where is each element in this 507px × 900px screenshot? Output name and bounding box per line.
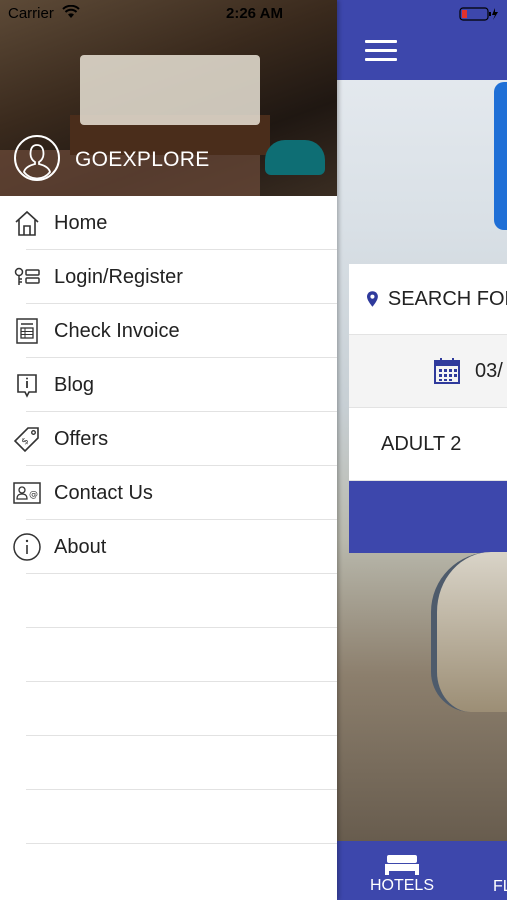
search-field[interactable]: SEARCH FOR: [349, 264, 507, 335]
tab-hotels-label: HOTELS: [369, 877, 434, 894]
date-field[interactable]: 03/: [349, 335, 507, 408]
user-avatar-icon[interactable]: [14, 135, 60, 181]
divider: [26, 843, 337, 844]
drawer-menu: Home Login/Register Check Invoice Blog $…: [0, 196, 337, 844]
menu-item-offers[interactable]: $ Offers: [0, 412, 337, 466]
tab-hotels[interactable]: HOTELS: [367, 841, 437, 900]
menu-label-blog: Blog: [54, 373, 95, 396]
hamburger-menu-icon[interactable]: [365, 40, 397, 62]
tab-flights-label: FL: [493, 878, 507, 895]
calendar-icon: [434, 358, 460, 384]
main-screen: SEARCH FOR 03/ ADULT 2 HOTELS F: [337, 0, 507, 900]
svg-text:@: @: [29, 490, 38, 500]
location-pin-icon: [367, 291, 378, 307]
invoice-icon: [12, 316, 42, 346]
side-drawer: GOEXPLORE Home Login/Register Check Invo…: [0, 0, 337, 900]
info-icon: [12, 532, 42, 562]
menu-item-invoice[interactable]: Check Invoice: [0, 304, 337, 358]
wifi-icon: [62, 5, 80, 18]
promo-card[interactable]: [494, 82, 507, 230]
menu-item-about[interactable]: About: [0, 520, 337, 574]
tag-icon: $: [12, 424, 42, 454]
divider: [26, 735, 337, 736]
carrier-label: Carrier: [8, 5, 54, 22]
status-bar: Carrier 2:26 AM: [0, 0, 507, 26]
menu-label-offers: Offers: [54, 427, 109, 450]
guests-field[interactable]: ADULT 2: [349, 408, 507, 481]
menu-label-invoice: Check Invoice: [54, 319, 180, 342]
key-list-icon: [12, 262, 42, 292]
drawer-header: GOEXPLORE: [0, 0, 337, 196]
date-value: 03/: [475, 359, 503, 382]
header-bg-bed: [80, 55, 260, 125]
adults-value: ADULT 2: [381, 432, 462, 455]
menu-label-login: Login/Register: [54, 265, 183, 288]
brand-name: GOEXPLORE: [75, 148, 210, 171]
menu-label-contact: Contact Us: [54, 481, 153, 504]
tab-flights[interactable]: FL: [493, 878, 507, 900]
divider: [26, 681, 337, 682]
blog-icon: [12, 370, 42, 400]
search-placeholder: SEARCH FOR: [387, 287, 507, 310]
menu-label-about: About: [54, 535, 107, 558]
menu-item-contact[interactable]: @ Contact Us: [0, 466, 337, 520]
menu-item-home[interactable]: Home: [0, 196, 337, 250]
bed-icon: [385, 855, 419, 875]
menu-item-blog[interactable]: Blog: [0, 358, 337, 412]
bottom-tab-bar: HOTELS FL: [337, 841, 507, 900]
search-button[interactable]: [349, 481, 507, 553]
boat-image: [431, 552, 507, 712]
contact-card-icon: @: [12, 478, 42, 508]
clock: 2:26 AM: [226, 5, 283, 22]
header-bg-chair: [265, 140, 325, 175]
home-icon: [12, 208, 42, 238]
divider: [26, 627, 337, 628]
menu-label-home: Home: [54, 211, 108, 234]
menu-item-login[interactable]: Login/Register: [0, 250, 337, 304]
battery-icon: [459, 7, 498, 21]
search-form: SEARCH FOR 03/ ADULT 2: [349, 264, 507, 553]
divider: [26, 789, 337, 790]
